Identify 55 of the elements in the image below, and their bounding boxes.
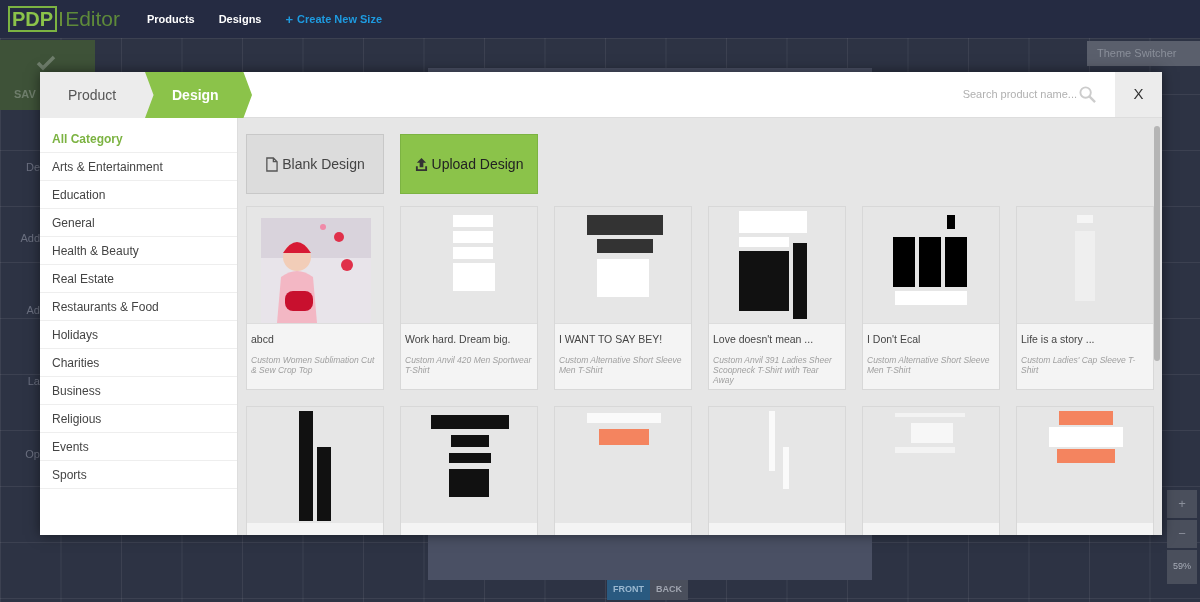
plus-icon: + [285, 12, 294, 26]
category-item[interactable]: Arts & Entertainment [40, 153, 237, 181]
category-item[interactable]: Business [40, 377, 237, 405]
design-card[interactable]: Love doesn't mean ... Custom Anvil 391 Ladies Sheer Scoopneck T-Shirt with Tear Away [708, 206, 846, 390]
design-card[interactable]: Life is a story ... Custom Ladies' Cap Sleeve T-Shirt [1016, 206, 1154, 390]
category-item[interactable]: Real Estate [40, 265, 237, 293]
side-tab[interactable]: FRONT [607, 580, 650, 600]
tool-label: Ad [26, 303, 40, 318]
design-title: Life is a story ... [1021, 333, 1096, 346]
category-item[interactable]: Events [40, 433, 237, 461]
step-tab[interactable]: Product [40, 72, 155, 118]
category-item[interactable]: Restaurants & Food [40, 293, 237, 321]
product-name: Custom Women Sublimation Cut & Sew Crop Top [251, 355, 376, 375]
close-button[interactable]: X [1115, 72, 1162, 117]
nav-link[interactable]: Designs [218, 10, 262, 28]
tool-label: Op [25, 447, 40, 462]
design-title: Love doesn't mean ... [713, 333, 815, 346]
design-card[interactable]: abcd Custom Women Sublimation Cut & Sew Crop Top [246, 206, 384, 390]
logo-mark: PDP [8, 6, 58, 32]
nav-link[interactable]: + Create New Size [285, 10, 383, 28]
search-icon [1079, 86, 1096, 103]
category-item[interactable]: Charities [40, 349, 237, 377]
file-icon [265, 156, 279, 172]
zoom-level: 59% [1167, 550, 1197, 584]
logo-divider [60, 12, 63, 26]
product-name: Custom Anvil 420 Men Sportwear T-Shirt [405, 355, 533, 375]
search-field[interactable]: Search product name... [961, 86, 1077, 103]
product-name: Custom Ladies' Cap Sleeve T-Shirt [1021, 355, 1137, 375]
upload-icon [414, 156, 428, 172]
upload-design-button[interactable]: Upload Design [400, 134, 538, 194]
design-card[interactable]: I Don't Ecal Custom Alternative Short Sleeve Men T-Shirt [862, 206, 1000, 390]
scrollbar[interactable] [1154, 126, 1160, 361]
category-item[interactable]: Sports [40, 461, 237, 489]
design-title: I Don't Ecal [867, 333, 922, 346]
category-item[interactable]: Health & Beauty [40, 237, 237, 265]
tool-label: Add [20, 231, 40, 246]
product-name: Custom Anvil 391 Ladies Sheer Scoopneck T-Shirt with Tear Away [713, 355, 833, 385]
category-item[interactable]: Religious [40, 405, 237, 433]
category-item[interactable]: Holidays [40, 321, 237, 349]
design-title: I WANT TO SAY BEY! [559, 333, 664, 346]
nav-link-label: Create New Size [297, 11, 383, 27]
product-name: Custom Alternative Short Sleeve Men T-Shirt [559, 355, 683, 375]
design-card[interactable]: I WANT TO SAY BEY! Custom Alternative Short Sleeve Men T-Shirt [554, 206, 692, 390]
product-name: Custom Alternative Short Sleeve Men T-Shirt [867, 355, 991, 375]
category-item[interactable]: Education [40, 181, 237, 209]
tool-label: La [27, 374, 40, 389]
blank-design-button[interactable]: Blank Design [246, 134, 384, 194]
design-title: abcd [251, 333, 275, 346]
category-item[interactable]: General [40, 209, 237, 237]
tool-label: De [25, 160, 40, 175]
design-card[interactable]: Work hard. Dream big. Custom Anvil 420 Men Sportwear T-Shirt [400, 206, 538, 390]
check-icon [36, 55, 56, 71]
logo-text: Editor [65, 8, 120, 30]
nav-link[interactable]: Products [147, 10, 195, 28]
design-title: Work hard. Dream big. [405, 333, 512, 346]
